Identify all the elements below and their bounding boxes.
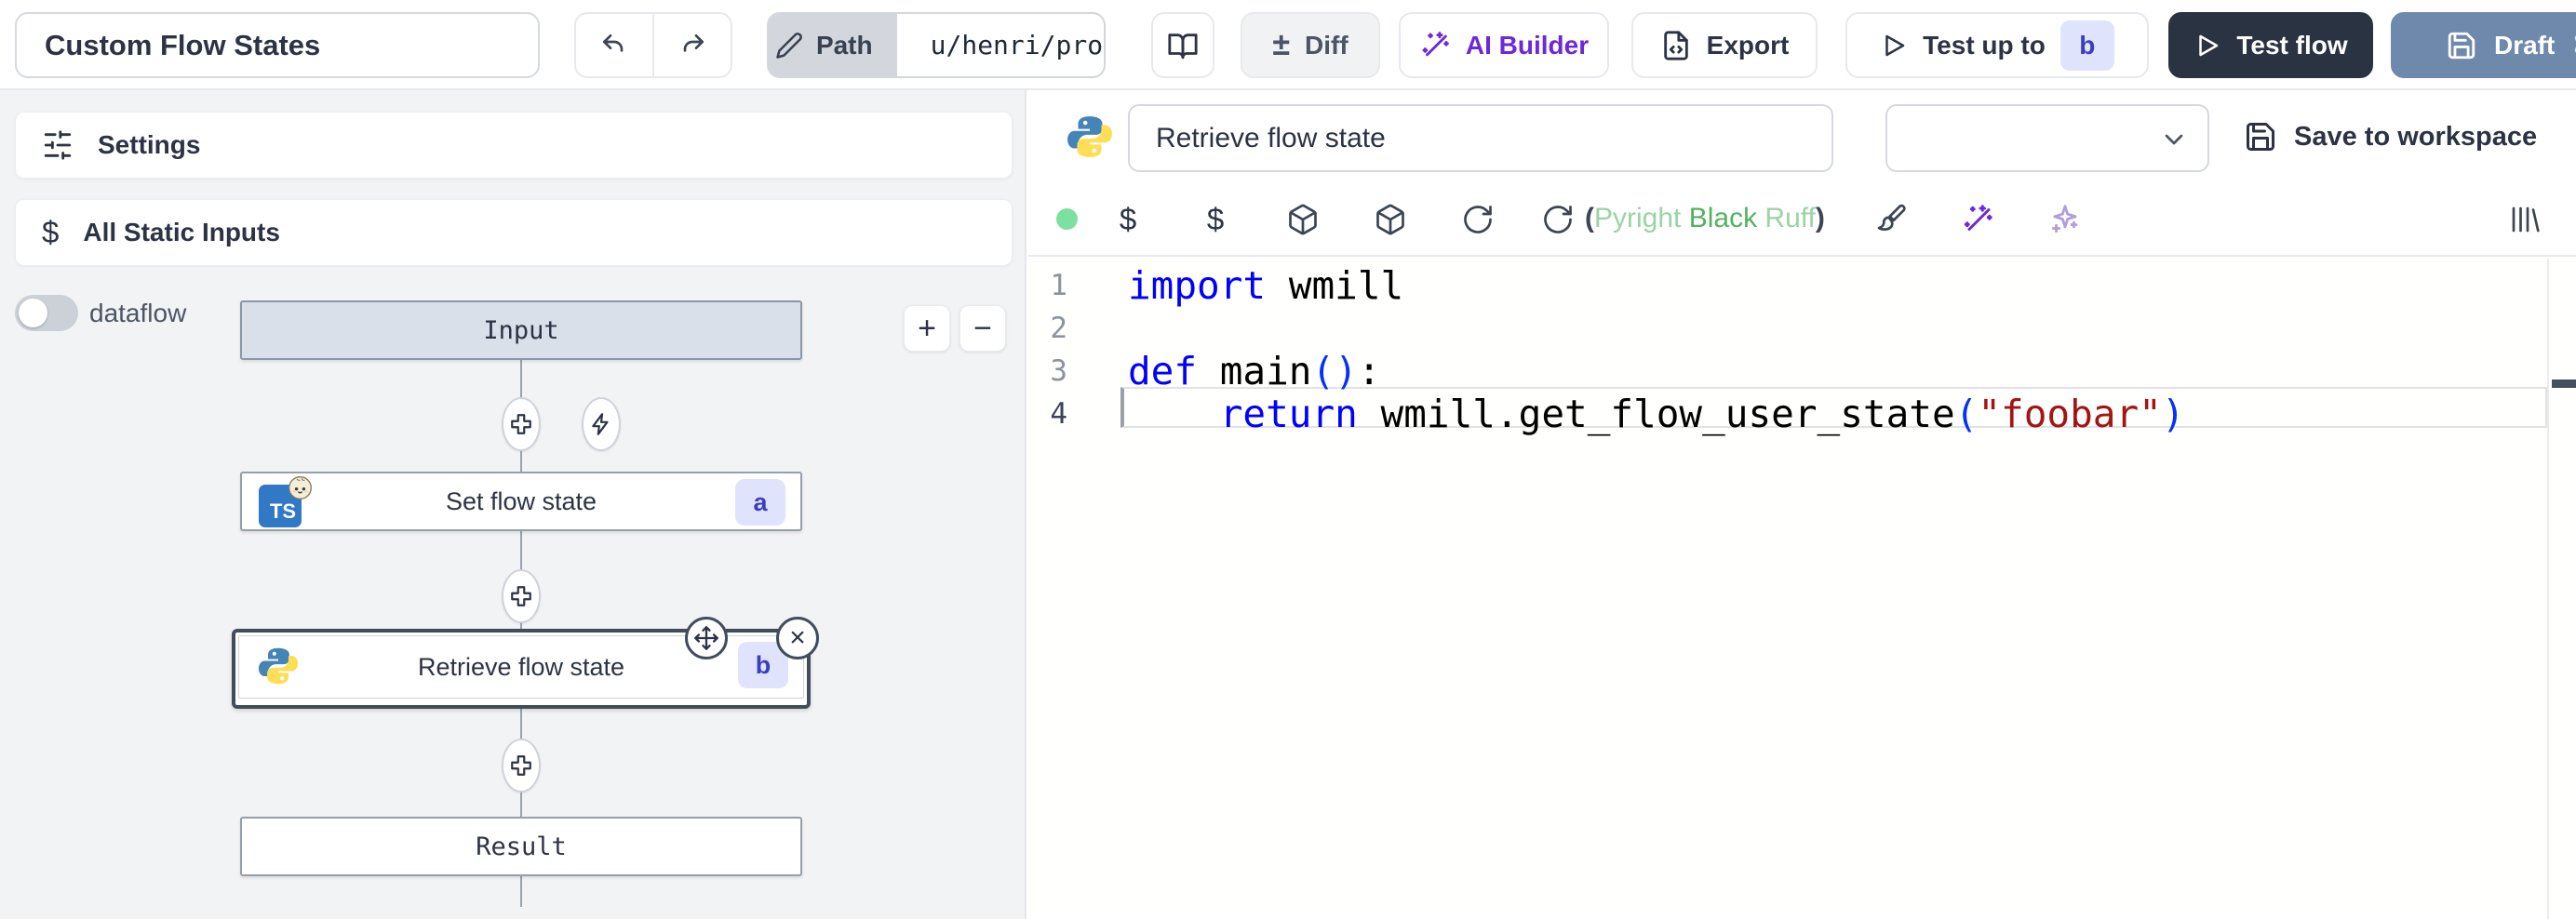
- plus-minus-icon: ±: [1272, 27, 1290, 63]
- diff-button[interactable]: ± Diff: [1241, 12, 1380, 78]
- draft-label: Draft: [2494, 31, 2555, 60]
- save-icon: [2244, 120, 2277, 153]
- test-flow-label: Test flow: [2236, 31, 2347, 60]
- ai-wand-icon-button[interactable]: [1960, 202, 1995, 237]
- insert-step-button[interactable]: [502, 739, 541, 792]
- status-dot-green: [1056, 208, 1078, 230]
- retrieve-flow-state-label: Retrieve flow state: [239, 653, 803, 682]
- graph-node-input[interactable]: Input: [240, 300, 802, 360]
- dataflow-toggle[interactable]: [15, 295, 78, 331]
- export-button[interactable]: Export: [1631, 12, 1818, 78]
- graph-node-result[interactable]: Result: [240, 817, 802, 876]
- play-icon: [2194, 32, 2221, 60]
- zoom-out-button[interactable]: −: [959, 305, 1006, 352]
- path-button[interactable]: Path u/henri/pro: [767, 12, 1106, 78]
- path-label-segment: Path: [767, 14, 897, 76]
- book-open-icon: [1167, 30, 1199, 61]
- overview-ruler-cursor-mark: [2552, 380, 2576, 388]
- trigger-button[interactable]: [582, 397, 621, 451]
- code-line-3: def main():: [1128, 350, 1381, 393]
- step-badge-a: a: [735, 479, 785, 526]
- step-header-row: Save to workspace: [1028, 90, 2576, 182]
- flow-editor-window: Path u/henri/pro ± Diff AI Builder Expor…: [0, 0, 2576, 919]
- refresh-icon-button[interactable]: [1540, 202, 1576, 237]
- dollar-icon-button[interactable]: $: [1110, 202, 1146, 237]
- package-icon-button[interactable]: [1285, 202, 1321, 237]
- test-flow-button[interactable]: Test flow: [2168, 12, 2373, 78]
- file-code-icon: [1660, 30, 1692, 61]
- delete-node-button[interactable]: ×: [776, 617, 819, 659]
- line-number: 3: [1028, 350, 1067, 393]
- code-line-1: import wmill: [1128, 264, 1403, 307]
- line-number: 2: [1028, 307, 1067, 350]
- dollar-icon: $: [42, 215, 59, 250]
- flow-graph-panel: Settings $ All Static Inputs dataflow In…: [0, 90, 1026, 919]
- path-value: u/henri/pro: [912, 14, 1106, 76]
- line-number: 1: [1028, 264, 1067, 307]
- test-up-to-button[interactable]: Test up to b: [1845, 12, 2149, 78]
- save-to-workspace-button[interactable]: Save to workspace: [2244, 113, 2537, 160]
- sparkles-icon-button[interactable]: [2047, 202, 2083, 237]
- line-number-active: 4: [1028, 393, 1067, 435]
- editor-toolbar: $ $ (Pyright Black Ruff): [1028, 182, 2576, 257]
- diff-label: Diff: [1305, 31, 1348, 60]
- graph-node-set-flow-state[interactable]: TS Set flow state a: [240, 472, 802, 531]
- lightning-icon: [589, 412, 613, 436]
- settings-row[interactable]: Settings: [15, 112, 1013, 179]
- refresh-icon-button[interactable]: [1460, 202, 1496, 237]
- ai-builder-label: AI Builder: [1466, 31, 1589, 60]
- set-flow-state-label: Set flow state: [242, 487, 800, 516]
- all-static-inputs-label: All Static Inputs: [83, 218, 280, 247]
- redo-button[interactable]: [654, 14, 731, 76]
- undo-redo-group: [574, 12, 732, 78]
- dataflow-label: dataflow: [89, 299, 186, 328]
- play-icon: [1880, 32, 1908, 60]
- result-node-label: Result: [242, 832, 800, 861]
- all-static-inputs-row[interactable]: $ All Static Inputs: [15, 199, 1013, 266]
- toggle-knob: [19, 299, 47, 327]
- move-icon: [693, 625, 719, 651]
- insert-step-button[interactable]: [502, 569, 541, 623]
- path-label: Path: [816, 31, 873, 60]
- step-badge-b: b: [2060, 20, 2114, 71]
- test-up-to-label: Test up to: [1923, 31, 2046, 60]
- version-select[interactable]: [1885, 104, 2209, 172]
- pencil-icon: [775, 32, 803, 60]
- undo-button[interactable]: [576, 14, 654, 76]
- top-toolbar: Path u/henri/pro ± Diff AI Builder Expor…: [0, 0, 2576, 90]
- magic-wand-icon: [1419, 30, 1451, 61]
- docs-button[interactable]: [1151, 12, 1214, 78]
- package-icon-button[interactable]: [1373, 202, 1408, 237]
- step-editor-panel: Save to workspace $ $ (P: [1028, 90, 2576, 919]
- code-editor[interactable]: 1 2 3 4 import wmill def main(): return …: [1028, 259, 2576, 919]
- step-name-input[interactable]: [1128, 104, 1833, 172]
- code-assistants-status: (Pyright Black Ruff): [1585, 203, 1825, 234]
- insert-step-button[interactable]: [502, 397, 541, 451]
- library-icon-button[interactable]: [2507, 202, 2542, 237]
- move-node-handle[interactable]: [685, 617, 728, 659]
- settings-label: Settings: [98, 130, 200, 160]
- sliders-icon: [42, 129, 74, 161]
- minimap-border: [2547, 259, 2549, 919]
- export-label: Export: [1707, 31, 1790, 60]
- save-to-workspace-label: Save to workspace: [2294, 122, 2537, 153]
- format-brush-icon-button[interactable]: [1872, 202, 1908, 237]
- undo-icon: [599, 31, 629, 60]
- code-line-4: return wmill.get_flow_user_state("foobar…: [1128, 393, 2185, 435]
- redo-icon: [678, 31, 707, 60]
- zoom-in-button[interactable]: +: [904, 305, 950, 352]
- draft-save-button[interactable]: Draft ⌘S: [2391, 12, 2576, 78]
- save-icon: [2446, 30, 2477, 61]
- chevron-down-icon: [2159, 125, 2189, 154]
- input-node-label: Input: [242, 316, 800, 345]
- ai-builder-button[interactable]: AI Builder: [1399, 12, 1609, 78]
- dollar-icon-button[interactable]: $: [1198, 202, 1233, 237]
- flow-name-input[interactable]: [15, 12, 540, 78]
- python-icon: [1067, 113, 1113, 160]
- draft-shortcut: ⌘S: [2571, 30, 2576, 60]
